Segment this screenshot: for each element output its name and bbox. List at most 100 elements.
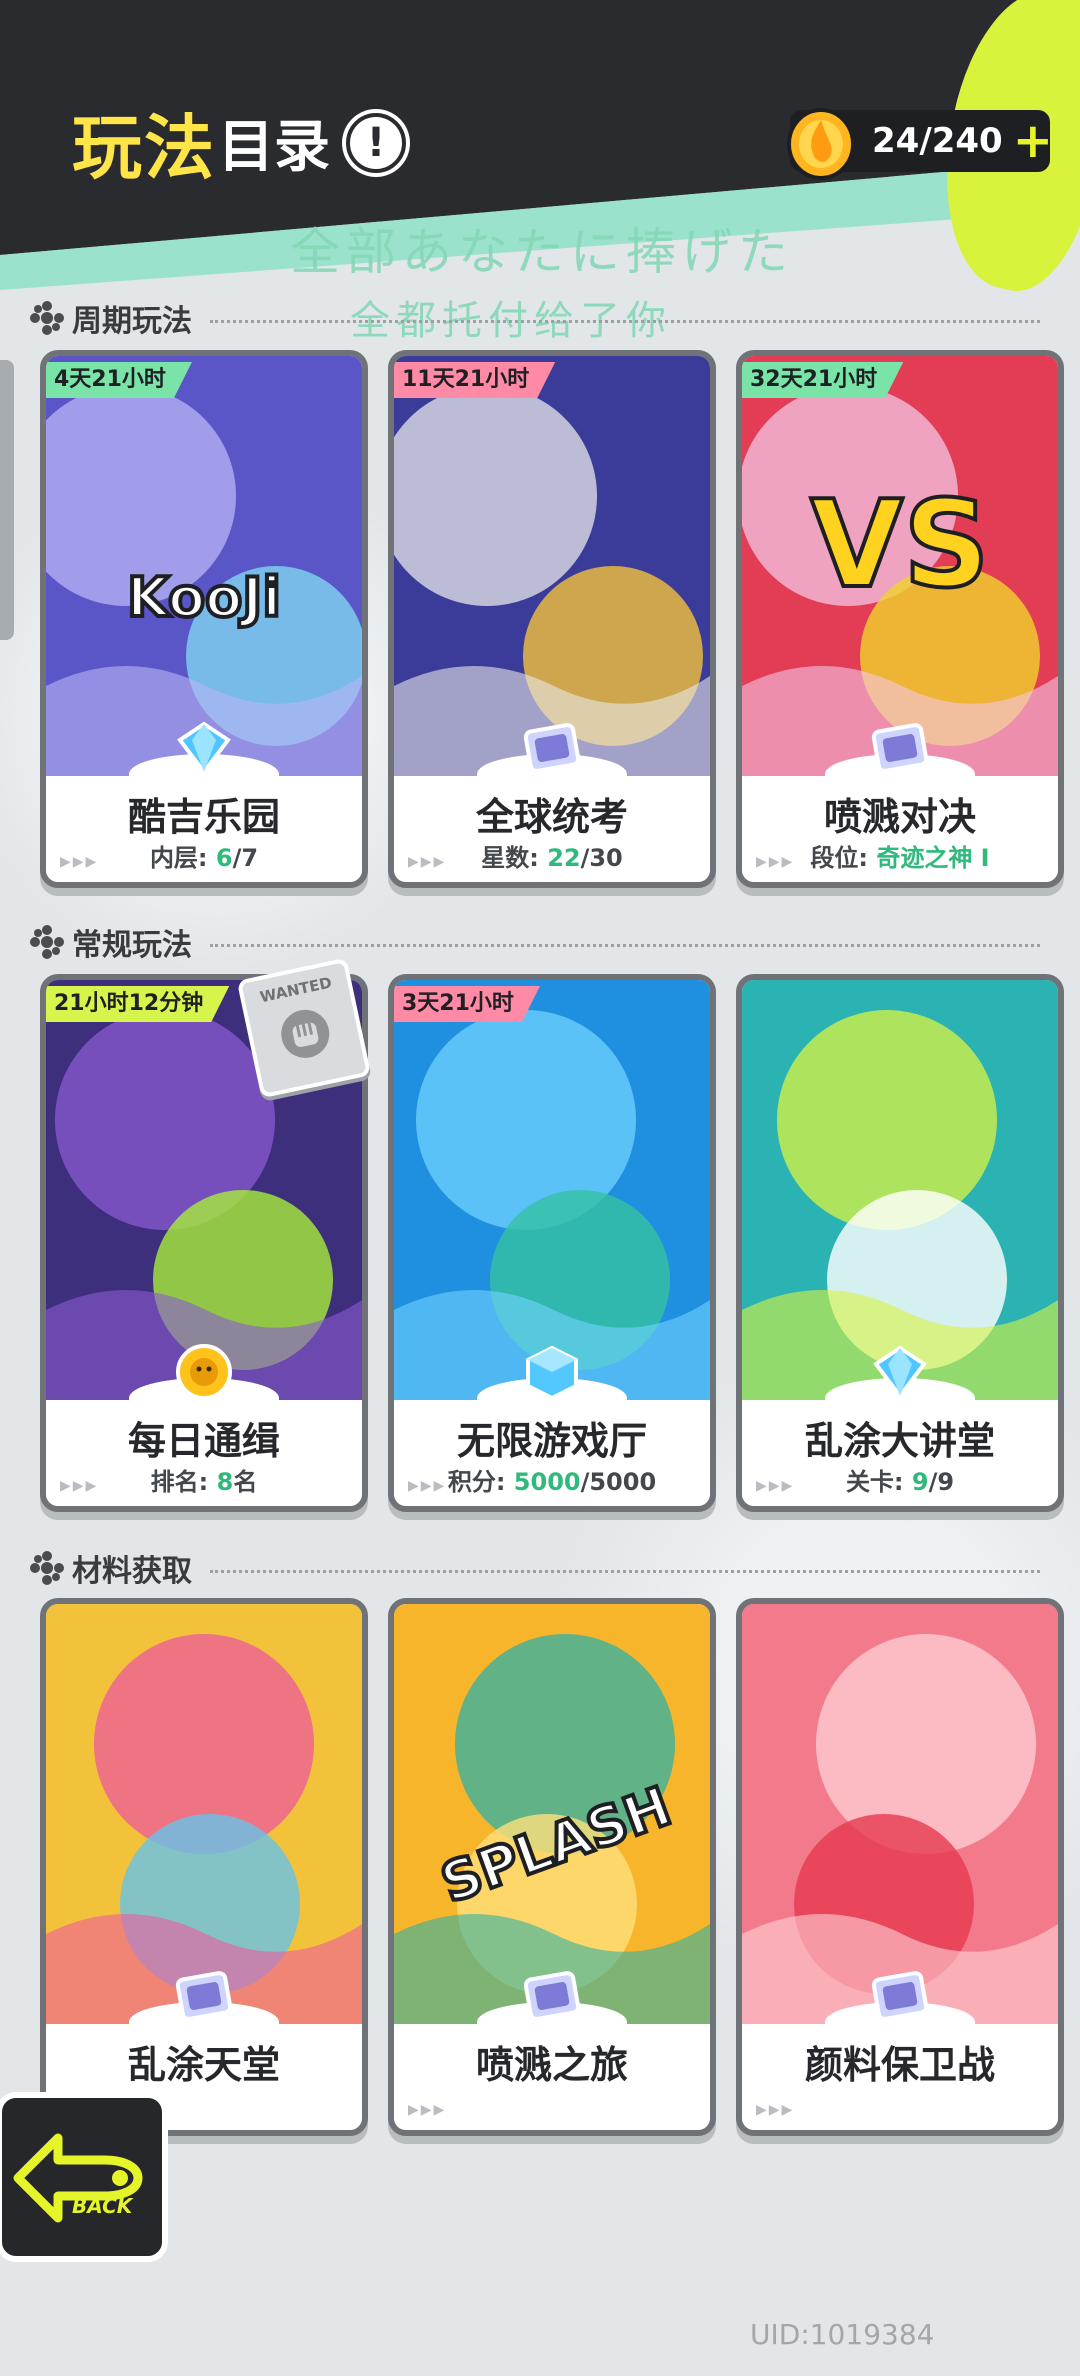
section-regular: 常规玩法: [30, 920, 1040, 964]
progress-value: 22: [547, 844, 581, 872]
card-arrows-decor: ▶▶▶: [408, 2102, 447, 2118]
card-title: 颜料保卫战: [804, 2043, 995, 2087]
card-title: 无限游戏厅: [456, 1419, 647, 1463]
watermark-line-1: 全部あなたに捧げた: [290, 223, 794, 281]
timer-badge: 4天21小时: [46, 362, 192, 398]
card-arrows-decor: ▶▶▶: [408, 1478, 447, 1494]
mode-card[interactable]: SPLASH 喷溅之旅 ▶▶▶: [388, 1598, 716, 2136]
progress-label: 段位:: [810, 844, 877, 872]
progress-total: /30: [580, 844, 623, 872]
card-info-panel: 全球统考星数: 22/30 ▶▶▶: [394, 754, 710, 882]
card-title: 乱涂大讲堂: [804, 1419, 995, 1463]
back-button[interactable]: BACK: [0, 2092, 168, 2262]
card-info-panel: 乱涂大讲堂 关卡: 9/9 ▶▶▶: [742, 1378, 1058, 1506]
section-divider: [210, 943, 1040, 947]
card-info-panel: 喷溅之旅 ▶▶▶: [394, 2002, 710, 2130]
card-artwork: KooJi: [46, 356, 362, 776]
lime-paint-drop: [980, 180, 1040, 240]
section-materials: 材料获取: [30, 1546, 1040, 1590]
card-art-text: KooJi: [127, 566, 281, 629]
mode-card[interactable]: VS 32天21小时 喷溅对决 段位: 奇迹之神 I ▶▶▶: [736, 350, 1064, 888]
card-title: 酷吉乐园: [127, 795, 280, 839]
card-info-panel: 喷溅对决 段位: 奇迹之神 I ▶▶▶: [742, 754, 1058, 882]
progress-value: 5000: [513, 1468, 581, 1496]
card-arrows-decor: ▶▶▶: [756, 2102, 795, 2118]
card-title: 喷溅之旅: [475, 2043, 628, 2087]
card-arrows-decor: ▶▶▶: [408, 854, 447, 870]
card-title: 乱涂天堂: [127, 2043, 280, 2087]
flame-coin-icon: [787, 108, 855, 180]
card-artwork: [394, 980, 710, 1400]
progress-value: 8: [216, 1468, 234, 1496]
card-artwork: VS: [742, 356, 1058, 776]
card-artwork: [46, 1604, 362, 2024]
section-periodic: 周期玩法: [30, 296, 1040, 340]
card-title: 每日通缉: [127, 1419, 280, 1463]
card-art: [742, 980, 1058, 1400]
stamina-value: 24/240: [872, 121, 1003, 161]
ticket-icon: [871, 723, 929, 773]
card-arrows-decor: ▶▶▶: [756, 854, 795, 870]
mode-card[interactable]: 乱涂天堂▶▶▶: [40, 1598, 368, 2136]
mode-card[interactable]: 3天21小时 无限游戏厅 积分: 5000/5000 ▶▶▶: [388, 974, 716, 1512]
card-title: 喷溅对决: [823, 795, 976, 839]
section-title: 材料获取: [72, 1554, 192, 1589]
splat-icon: [30, 1551, 64, 1585]
section-divider: [210, 1569, 1040, 1573]
card-info-panel: 酷吉乐园 内层: 6/7 ▶▶▶: [46, 754, 362, 882]
card-art: [394, 980, 710, 1400]
progress-total: /9: [928, 1468, 955, 1496]
mode-card[interactable]: KooJi 4天21小时 酷吉乐园 内层: 6/7 ▶▶▶: [40, 350, 368, 888]
progress-label: 排名:: [150, 1468, 217, 1496]
card-art: [742, 1604, 1058, 2024]
progress-total: 名: [233, 1468, 258, 1496]
mode-card[interactable]: 颜料保卫战 ▶▶▶: [736, 1598, 1064, 2136]
page-title: 玩法 目录 !: [72, 92, 406, 193]
splat-icon: [30, 925, 64, 959]
card-artwork: [742, 1604, 1058, 2024]
page-title-highlight: 玩法: [72, 107, 216, 189]
progress-label: 积分:: [447, 1468, 514, 1496]
section-divider: [210, 319, 1040, 323]
card-artwork: [394, 356, 710, 776]
fist-icon: [281, 1009, 330, 1058]
lion-coin-icon: [176, 1344, 232, 1400]
diamond-icon: [873, 1345, 927, 1400]
section-title: 周期玩法: [72, 304, 192, 339]
timer-badge: 21小时12分钟: [46, 986, 229, 1022]
card-info-panel: 颜料保卫战 ▶▶▶: [742, 2002, 1058, 2130]
ticket-icon: [523, 1971, 581, 2021]
section-title: 常规玩法: [72, 928, 192, 963]
card-art: [394, 356, 710, 776]
mode-card[interactable]: 乱涂大讲堂 关卡: 9/9 ▶▶▶: [736, 974, 1064, 1512]
stamina-counter: 24/240 +: [787, 108, 1053, 180]
card-artwork: [742, 980, 1058, 1400]
card-artwork: SPLASH: [394, 1604, 710, 2024]
progress-total: /7: [232, 844, 259, 872]
cube-icon: [526, 1345, 578, 1401]
progress-label: 星数:: [481, 844, 548, 872]
card-art-text: VS: [810, 476, 989, 615]
mode-card[interactable]: 11天21小时全球统考星数: 22/30 ▶▶▶: [388, 350, 716, 888]
splat-icon: [30, 301, 64, 335]
card-art: [46, 1604, 362, 2024]
side-drawer-tab[interactable]: [0, 360, 14, 640]
card-arrows-decor: ▶▶▶: [60, 854, 99, 870]
ticket-icon: [175, 1971, 233, 2021]
ticket-icon: [871, 1971, 929, 2021]
info-icon[interactable]: !: [346, 112, 406, 173]
timer-badge: 11天21小时: [394, 362, 555, 398]
progress-total: /5000: [580, 1468, 657, 1496]
card-title: 全球统考: [475, 795, 628, 839]
page-title-main: 目录: [218, 115, 330, 180]
card-art: SPLASH: [394, 1604, 710, 2024]
back-arrow-icon: [13, 2133, 143, 2223]
user-id-label: UID:1019384: [750, 2318, 935, 2351]
card-info-panel: 无限游戏厅积分: 5000/5000 ▶▶▶: [394, 1378, 710, 1506]
ticket-icon: [523, 723, 581, 773]
back-label: BACK: [72, 2194, 133, 2218]
card-art: KooJi: [46, 356, 362, 776]
add-stamina-button[interactable]: +: [1013, 117, 1053, 165]
progress-value: 6: [215, 844, 233, 872]
timer-badge: 32天21小时: [742, 362, 903, 398]
